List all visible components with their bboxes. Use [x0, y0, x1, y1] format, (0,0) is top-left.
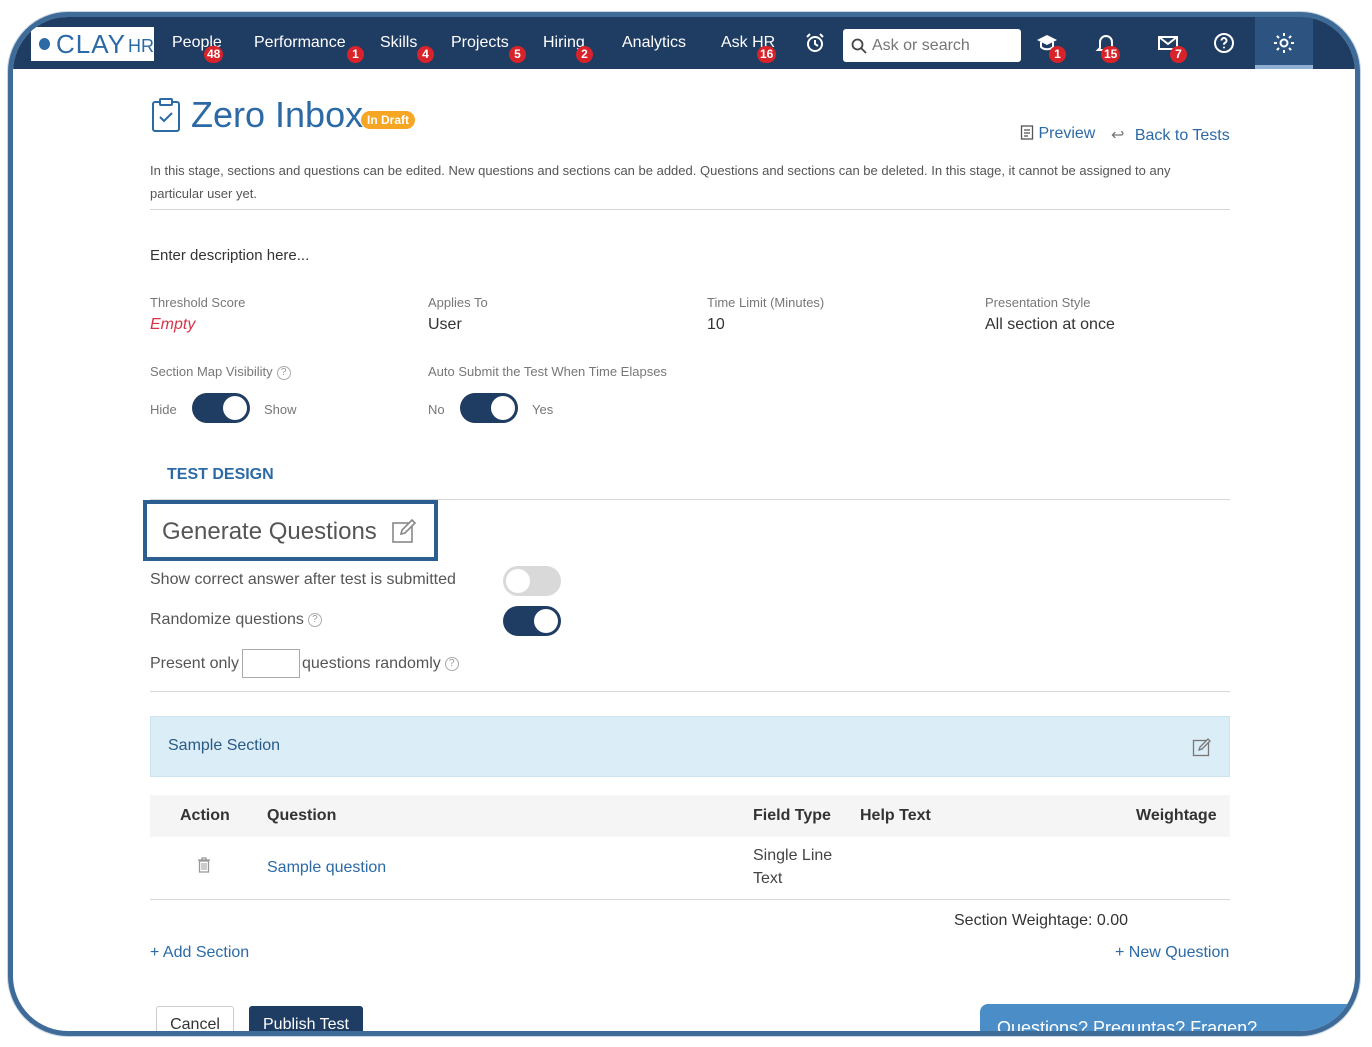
auto-submit-toggle[interactable]	[460, 393, 518, 423]
alarm-clock-icon[interactable]	[803, 31, 827, 55]
nav-ask-hr-badge: 16	[757, 46, 777, 63]
search-input[interactable]	[872, 36, 1012, 55]
col-field-type: Field Type	[753, 807, 831, 824]
nav-hiring-badge: 2	[576, 46, 593, 63]
logo-text: CLAY	[56, 28, 126, 59]
section-map-label: Section Map Visibility?	[150, 364, 291, 380]
help-icon[interactable]: ?	[276, 365, 291, 380]
global-search[interactable]	[843, 29, 1021, 62]
randomize-toggle[interactable]	[503, 606, 561, 636]
auto-submit-label: Auto Submit the Test When Time Elapses	[428, 364, 667, 379]
stage-note: In this stage, sections and questions ca…	[150, 163, 1171, 201]
section-map-toggle[interactable]	[192, 393, 250, 423]
clipboard-check-icon	[152, 98, 180, 132]
field-type-line1: Single Line	[753, 847, 833, 864]
edit-section-icon[interactable]	[1192, 737, 1212, 757]
notifications-badge: 15	[1101, 46, 1121, 63]
help-icon[interactable]: ?	[307, 612, 322, 627]
toggle-knob	[534, 609, 558, 633]
nav-performance[interactable]: Performance	[254, 34, 346, 52]
generate-questions-label: Generate Questions	[162, 518, 377, 545]
edit-icon	[392, 518, 417, 543]
gear-icon	[1274, 33, 1294, 53]
trash-icon[interactable]	[197, 857, 211, 873]
new-question-link[interactable]: + New Question	[1115, 944, 1229, 962]
preview-link[interactable]: Preview	[1020, 125, 1095, 143]
section-map-label-text: Section Map Visibility	[150, 364, 273, 379]
table-row: Sample question Single Line Text	[150, 837, 1230, 899]
learning-badge: 1	[1049, 46, 1066, 63]
question-link[interactable]: Sample question	[267, 859, 386, 877]
logo-suffix: HR	[128, 35, 154, 56]
help-icon[interactable]: ?	[444, 656, 459, 671]
nav-skills[interactable]: Skills	[380, 34, 417, 52]
search-icon	[851, 38, 867, 54]
randomize-label-text: Randomize questions	[150, 611, 304, 628]
threshold-label: Threshold Score	[150, 295, 246, 310]
applies-to-value[interactable]: User	[428, 316, 462, 334]
presentation-style-label: Presentation Style	[985, 295, 1091, 310]
nav-projects-badge: 5	[509, 46, 526, 63]
back-arrow-icon: ↩	[1111, 127, 1125, 144]
settings-nav-item[interactable]	[1255, 17, 1313, 69]
divider	[150, 899, 1230, 900]
back-to-tests-link[interactable]: ↩ Back to Tests	[1111, 125, 1230, 145]
nav-performance-badge: 1	[347, 46, 364, 63]
toggle-knob	[491, 396, 515, 420]
divider	[150, 691, 1230, 692]
col-action: Action	[180, 807, 230, 824]
cancel-button[interactable]: Cancel	[156, 1006, 234, 1031]
description-field[interactable]: Enter description here...	[150, 247, 309, 264]
help-widget-label: Questions? Preguntas? Fragen?	[997, 1018, 1258, 1036]
show-label: Show	[264, 402, 297, 417]
divider	[150, 209, 1230, 210]
toggle-knob	[506, 569, 530, 593]
nav-analytics[interactable]: Analytics	[622, 34, 686, 52]
section-weightage: Section Weightage: 0.00	[954, 912, 1129, 929]
nav-people-badge: 48	[204, 46, 224, 63]
threshold-value[interactable]: Empty	[150, 316, 195, 334]
questions-randomly-label: questions randomly?	[302, 655, 459, 673]
hide-label: Hide	[150, 402, 177, 417]
col-weightage: Weightage	[1136, 807, 1217, 824]
col-help-text: Help Text	[860, 807, 931, 824]
preview-label: Preview	[1038, 125, 1096, 142]
questions-randomly-text: questions randomly	[302, 655, 441, 672]
toggle-knob	[223, 396, 247, 420]
help-chat-widget[interactable]: Questions? Preguntas? Fragen?	[980, 1004, 1355, 1036]
time-limit-value[interactable]: 10	[707, 316, 725, 334]
back-label: Back to Tests	[1134, 127, 1230, 144]
questions-table-header: Action Question Field Type Help Text Wei…	[150, 795, 1230, 837]
section-header[interactable]: Sample Section	[150, 716, 1230, 777]
publish-test-button[interactable]: Publish Test	[249, 1006, 363, 1031]
present-only-label: Present only	[150, 655, 239, 672]
field-type-line2: Text	[753, 870, 783, 887]
section-name: Sample Section	[168, 737, 281, 754]
nav-skills-badge: 4	[417, 46, 434, 63]
help-circle-icon[interactable]	[1212, 31, 1236, 55]
show-correct-label: Show correct answer after test is submit…	[150, 571, 456, 588]
document-icon	[1020, 125, 1034, 140]
add-section-link[interactable]: + Add Section	[150, 944, 249, 962]
applies-to-label: Applies To	[428, 295, 488, 310]
page-title: Zero Inbox	[191, 94, 364, 135]
top-navbar: CLAY HR People 48 Performance 1 Skills 4…	[13, 17, 1355, 69]
app-frame: CLAY HR People 48 Performance 1 Skills 4…	[8, 12, 1360, 1036]
presentation-style-value[interactable]: All section at once	[985, 316, 1115, 334]
generate-questions-button[interactable]: Generate Questions	[143, 500, 438, 561]
page-content: Zero Inbox In Draft Preview ↩ Back to Te…	[13, 69, 1355, 1031]
status-badge: In Draft	[361, 111, 415, 129]
no-label: No	[428, 402, 445, 417]
tab-test-design[interactable]: TEST DESIGN	[167, 466, 274, 484]
time-limit-label: Time Limit (Minutes)	[707, 295, 825, 310]
logo-mark-icon	[39, 38, 50, 50]
nav-projects[interactable]: Projects	[451, 34, 509, 52]
show-correct-toggle[interactable]	[503, 566, 561, 596]
present-only-count-input[interactable]	[242, 649, 300, 678]
randomize-label: Randomize questions?	[150, 611, 322, 629]
clayhr-logo[interactable]: CLAY HR	[31, 27, 154, 61]
messages-badge: 7	[1170, 46, 1187, 63]
yes-label: Yes	[532, 402, 554, 417]
col-question: Question	[267, 807, 337, 824]
